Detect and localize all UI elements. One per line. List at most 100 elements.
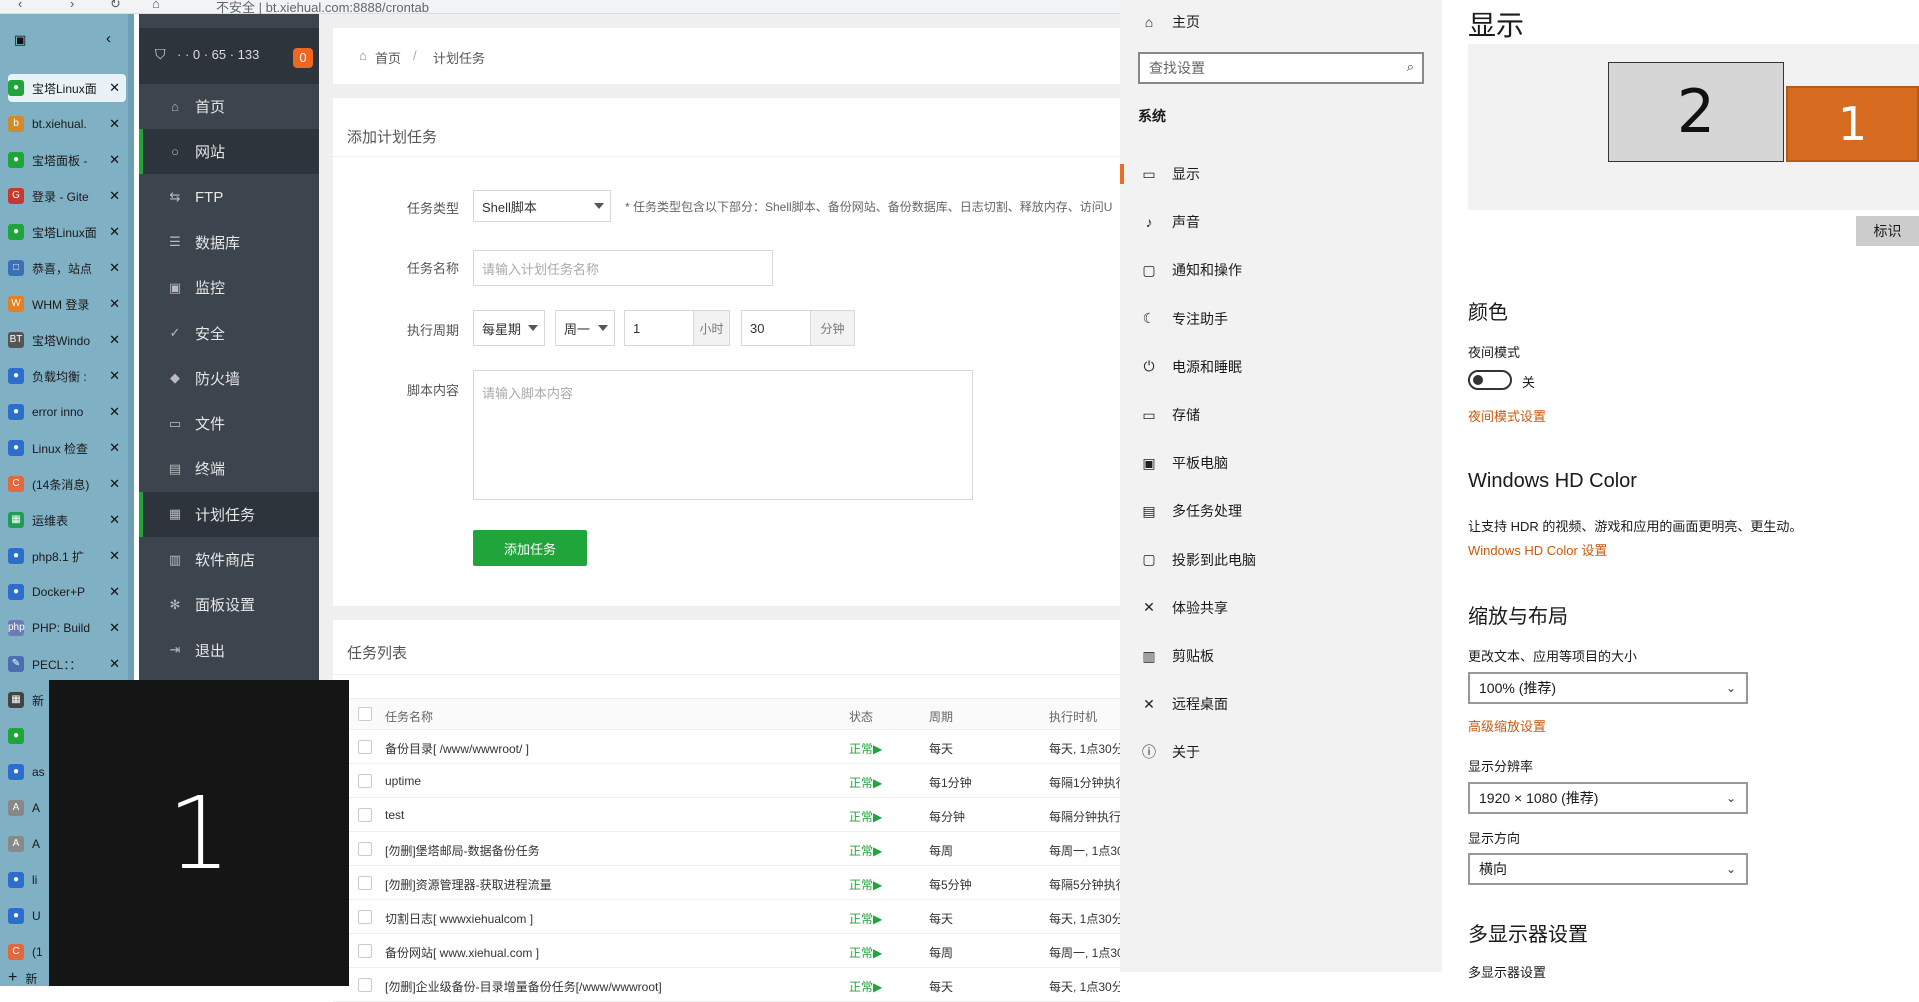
message-badge[interactable]: 0: [293, 48, 313, 68]
settings-nav-item[interactable]: ☾ 专注助手: [1120, 299, 1442, 339]
back-icon[interactable]: ‹: [18, 0, 22, 11]
settings-nav-item[interactable]: ▢ 投影到此电脑: [1120, 540, 1442, 580]
row-checkbox[interactable]: [358, 876, 372, 890]
orientation-dropdown[interactable]: 横向 ⌄: [1468, 853, 1748, 885]
identify-button[interactable]: 标识: [1856, 216, 1919, 246]
browser-tab[interactable]: C (14条消息) ✕: [8, 470, 126, 498]
sidebar-item[interactable]: ⌂ 首页: [139, 84, 319, 129]
close-icon[interactable]: ✕: [109, 332, 120, 348]
reload-icon[interactable]: ↻: [110, 0, 121, 12]
close-icon[interactable]: ✕: [109, 116, 120, 132]
table-row[interactable]: [勿删]堡塔邮局-数据备份任务 正常▶ 每周 每周一, 1点30分: [333, 832, 1120, 866]
breadcrumb-home[interactable]: 首页: [375, 48, 401, 67]
close-icon[interactable]: ✕: [109, 440, 120, 456]
close-icon[interactable]: ✕: [109, 512, 120, 528]
browser-tab[interactable]: ● 负载均衡 : ✕: [8, 362, 126, 390]
task-status-cell[interactable]: 正常▶: [849, 944, 882, 961]
browser-tab[interactable]: php PHP: Build ✕: [8, 614, 126, 642]
sidebar-item[interactable]: ▭ 文件: [139, 401, 319, 446]
browser-tab[interactable]: ● Docker+P ✕: [8, 578, 126, 606]
close-icon[interactable]: ✕: [109, 260, 120, 276]
monitor-1[interactable]: 1: [1786, 86, 1919, 162]
sidebar-item[interactable]: ▥ 软件商店: [139, 537, 319, 582]
settings-nav-item[interactable]: ▢ 通知和操作: [1120, 250, 1442, 290]
table-row[interactable]: 切割日志[ wwwxiehualcom ] 正常▶ 每天 每天, 1点30分 执: [333, 900, 1120, 934]
resolution-dropdown[interactable]: 1920 × 1080 (推荐) ⌄: [1468, 782, 1748, 814]
night-mode-settings-link[interactable]: 夜间模式设置: [1468, 406, 1546, 425]
close-icon[interactable]: ✕: [109, 80, 120, 96]
night-mode-toggle[interactable]: [1468, 370, 1512, 390]
table-row[interactable]: test 正常▶ 每分钟 每隔分钟执行: [333, 798, 1120, 832]
settings-nav-item[interactable]: ♪ 声音: [1120, 202, 1442, 242]
settings-nav-item[interactable]: ⓘ 关于: [1120, 732, 1442, 772]
forward-icon[interactable]: ›: [70, 0, 74, 11]
select-all-checkbox[interactable]: [358, 707, 372, 721]
minute-input[interactable]: 30: [741, 310, 811, 346]
settings-nav-item[interactable]: ✕ 体验共享: [1120, 588, 1442, 628]
sidebar-item[interactable]: ▣ 监控: [139, 265, 319, 310]
close-icon[interactable]: ✕: [109, 368, 120, 384]
browser-tab[interactable]: □ 恭喜，站点 ✕: [8, 254, 126, 282]
close-icon[interactable]: ✕: [109, 656, 120, 672]
row-checkbox[interactable]: [358, 740, 372, 754]
settings-home[interactable]: ⌂ 主页: [1120, 2, 1442, 42]
table-row[interactable]: [勿删]资源管理器-获取进程流量 正常▶ 每5分钟 每隔5分钟执行: [333, 866, 1120, 900]
sidebar-item[interactable]: ☰ 数据库: [139, 220, 319, 265]
settings-search-input[interactable]: 查找设置 ⌕: [1138, 52, 1424, 84]
row-checkbox[interactable]: [358, 910, 372, 924]
row-checkbox[interactable]: [358, 774, 372, 788]
task-status-cell[interactable]: 正常▶: [849, 842, 882, 859]
browser-tab[interactable]: ● php8.1 扩 ✕: [8, 542, 126, 570]
task-status-cell[interactable]: 正常▶: [849, 910, 882, 927]
period-select[interactable]: 每星期: [473, 310, 545, 346]
collapse-chevron-icon[interactable]: ‹: [106, 30, 111, 47]
close-icon[interactable]: ✕: [109, 296, 120, 312]
close-icon[interactable]: ✕: [109, 584, 120, 600]
browser-tab[interactable]: W WHM 登录 ✕: [8, 290, 126, 318]
browser-tab[interactable]: ● 宝塔Linux面 ✕: [8, 218, 126, 246]
browser-tab[interactable]: b bt.xiehual. ✕: [8, 110, 126, 138]
home-icon[interactable]: ⌂: [152, 0, 160, 11]
browser-tab[interactable]: ● 宝塔Linux面 ✕: [8, 74, 126, 102]
table-row[interactable]: 备份目录[ /www/wwwroot/ ] 正常▶ 每天 每天, 1点30分 执: [333, 730, 1120, 764]
task-status-cell[interactable]: 正常▶: [849, 876, 882, 893]
add-task-button[interactable]: 添加任务: [473, 530, 587, 566]
task-name-input[interactable]: 请输入计划任务名称: [473, 250, 773, 286]
task-status-cell[interactable]: 正常▶: [849, 774, 882, 791]
browser-tab[interactable]: ● 宝塔面板 - ✕: [8, 146, 126, 174]
table-row[interactable]: 备份网站[ www.xiehual.com ] 正常▶ 每周 每周一, 1点30分: [333, 934, 1120, 968]
task-type-select[interactable]: Shell脚本: [473, 190, 611, 222]
task-status-cell[interactable]: 正常▶: [849, 808, 882, 825]
table-row[interactable]: uptime 正常▶ 每1分钟 每隔1分钟执行: [333, 764, 1120, 798]
close-icon[interactable]: ✕: [109, 224, 120, 240]
close-icon[interactable]: ✕: [109, 152, 120, 168]
browser-tab[interactable]: ● Linux 检查 ✕: [8, 434, 126, 462]
browser-tab[interactable]: ✎ PECL：： ✕: [8, 650, 126, 678]
close-icon[interactable]: ✕: [109, 188, 120, 204]
script-textarea[interactable]: 请输入脚本内容: [473, 370, 973, 500]
close-icon[interactable]: ✕: [109, 620, 120, 636]
row-checkbox[interactable]: [358, 842, 372, 856]
sidebar-item[interactable]: ⇆ FTP: [139, 175, 319, 220]
browser-tab[interactable]: G 登录 - Gite ✕: [8, 182, 126, 210]
scale-dropdown[interactable]: 100% (推荐) ⌄: [1468, 672, 1748, 704]
hdr-settings-link[interactable]: Windows HD Color 设置: [1468, 540, 1607, 559]
monitor-2[interactable]: 2: [1608, 62, 1784, 162]
task-status-cell[interactable]: 正常▶: [849, 978, 882, 995]
sidebar-item[interactable]: ✓ 安全: [139, 311, 319, 356]
settings-nav-item[interactable]: ⏻ 电源和睡眠: [1120, 347, 1442, 387]
close-icon[interactable]: ✕: [109, 476, 120, 492]
sidebar-item[interactable]: ▤ 终端: [139, 446, 319, 491]
settings-nav-item[interactable]: ▥ 剪贴板: [1120, 636, 1442, 676]
browser-tab[interactable]: ● error inno ✕: [8, 398, 126, 426]
sidebar-item[interactable]: ▦ 计划任务: [139, 491, 319, 537]
browser-tab[interactable]: BT 宝塔Windo ✕: [8, 326, 126, 354]
close-icon[interactable]: ✕: [109, 404, 120, 420]
sidebar-item[interactable]: ○ 网站: [139, 129, 319, 175]
row-checkbox[interactable]: [358, 978, 372, 992]
table-row[interactable]: [勿删]企业级备份-目录增量备份任务[/www/wwwroot] 正常▶ 每天 每天,…: [333, 968, 1120, 1002]
row-checkbox[interactable]: [358, 808, 372, 822]
tab-panel-icon[interactable]: ▣: [14, 32, 26, 48]
settings-nav-item[interactable]: ▣ 平板电脑: [1120, 443, 1442, 483]
settings-nav-item[interactable]: ▭ 存储: [1120, 395, 1442, 435]
